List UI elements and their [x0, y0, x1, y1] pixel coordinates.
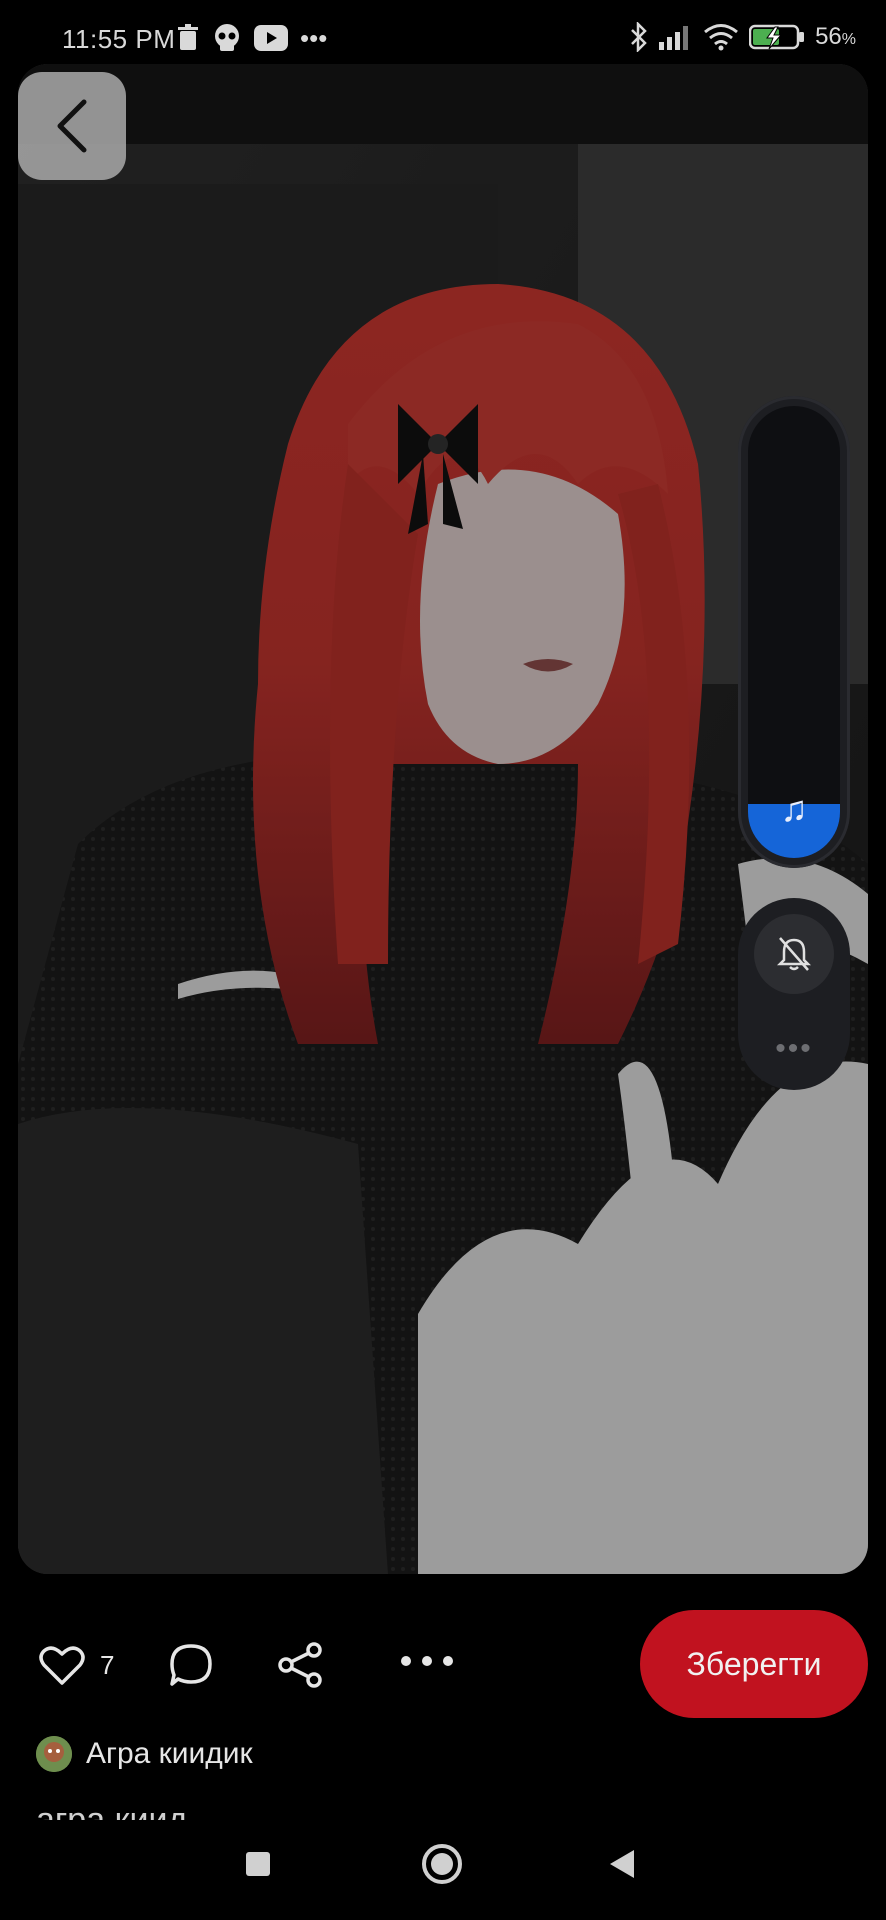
author-name[interactable]: Агра киидик	[86, 1737, 253, 1771]
share-button[interactable]	[276, 1642, 324, 1688]
author-row[interactable]: Агра киидик	[36, 1736, 253, 1772]
volume-panel: ♫	[738, 396, 850, 868]
avatar[interactable]	[36, 1736, 72, 1772]
status-time: 11:55 PM	[62, 24, 176, 54]
pin-action-row: 7 Зберегти	[0, 1610, 886, 1720]
like-count: 7	[100, 1649, 115, 1680]
home-button[interactable]	[420, 1842, 464, 1891]
triangle-back-icon	[610, 1850, 634, 1878]
more-button[interactable]	[400, 1654, 454, 1668]
more-dots-icon	[401, 1656, 453, 1666]
back-button[interactable]	[18, 72, 126, 180]
pin-caption: агра киид	[36, 1801, 188, 1820]
share-icon	[278, 1642, 322, 1688]
square-icon	[246, 1852, 270, 1876]
skull-icon	[215, 24, 239, 51]
signal-icon	[659, 26, 689, 50]
heart-icon	[39, 1646, 85, 1685]
volume-slider[interactable]: ♫	[748, 406, 840, 858]
mute-toggle-button[interactable]	[754, 914, 834, 994]
chevron-left-icon	[57, 99, 87, 153]
comment-button[interactable]	[168, 1642, 214, 1688]
status-system-icons: 56%	[629, 22, 856, 52]
like-button[interactable]: 7	[38, 1644, 114, 1686]
bluetooth-icon	[631, 22, 647, 52]
system-back-button[interactable]	[608, 1848, 636, 1885]
battery-percentage: 56%	[815, 23, 856, 50]
music-note-icon: ♫	[780, 788, 808, 829]
comment-bubble-icon	[170, 1644, 212, 1686]
more-options-icon[interactable]: •••	[738, 1032, 850, 1066]
recent-apps-button[interactable]	[244, 1850, 272, 1883]
youtube-icon	[254, 25, 288, 51]
status-notification-icons: •••	[176, 22, 327, 54]
wifi-icon	[704, 24, 739, 51]
ringer-panel: •••	[738, 898, 850, 1090]
bell-off-icon	[776, 937, 812, 971]
more-notifications-icon: •••	[300, 23, 328, 53]
battery-icon	[749, 24, 805, 50]
trash-icon	[178, 24, 198, 50]
system-nav-bar	[0, 1820, 886, 1920]
save-button[interactable]: Зберегти	[640, 1610, 868, 1718]
home-circle-icon	[422, 1844, 462, 1884]
